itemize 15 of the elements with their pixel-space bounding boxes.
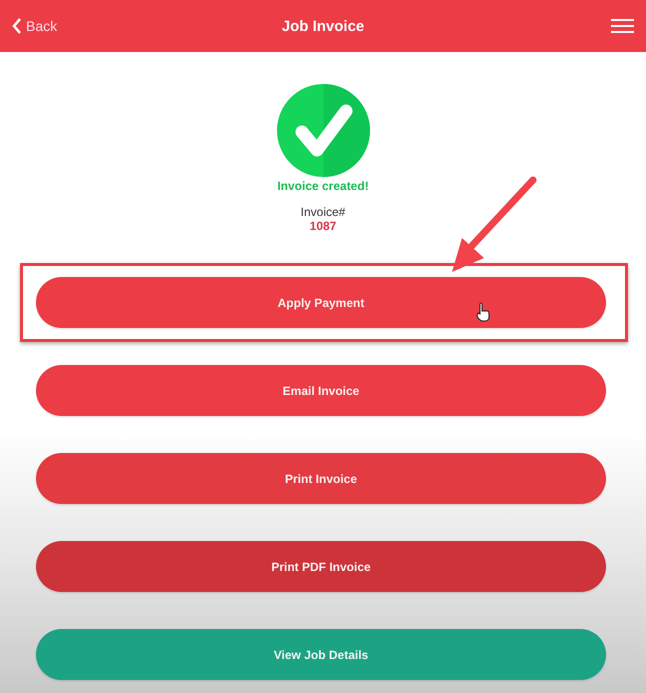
hand-cursor-icon bbox=[476, 302, 490, 322]
action-button[interactable]: Email Invoice bbox=[36, 365, 606, 416]
action-button[interactable]: Print Invoice bbox=[36, 453, 606, 504]
back-button[interactable]: Back bbox=[12, 18, 58, 34]
success-message: Invoice created! bbox=[277, 179, 369, 193]
action-button[interactable]: Apply Payment bbox=[36, 277, 606, 328]
action-button[interactable]: Print PDF Invoice bbox=[36, 541, 606, 592]
menu-button[interactable] bbox=[611, 18, 634, 34]
check-circle-icon bbox=[276, 84, 370, 177]
menu-icon bbox=[611, 18, 634, 34]
chevron-left-icon bbox=[12, 18, 22, 34]
invoice-number: 1087 bbox=[310, 219, 336, 233]
action-button[interactable]: View Job Details bbox=[36, 629, 606, 680]
invoice-label: Invoice# bbox=[300, 205, 346, 219]
screen-title: Job Invoice bbox=[282, 18, 364, 34]
